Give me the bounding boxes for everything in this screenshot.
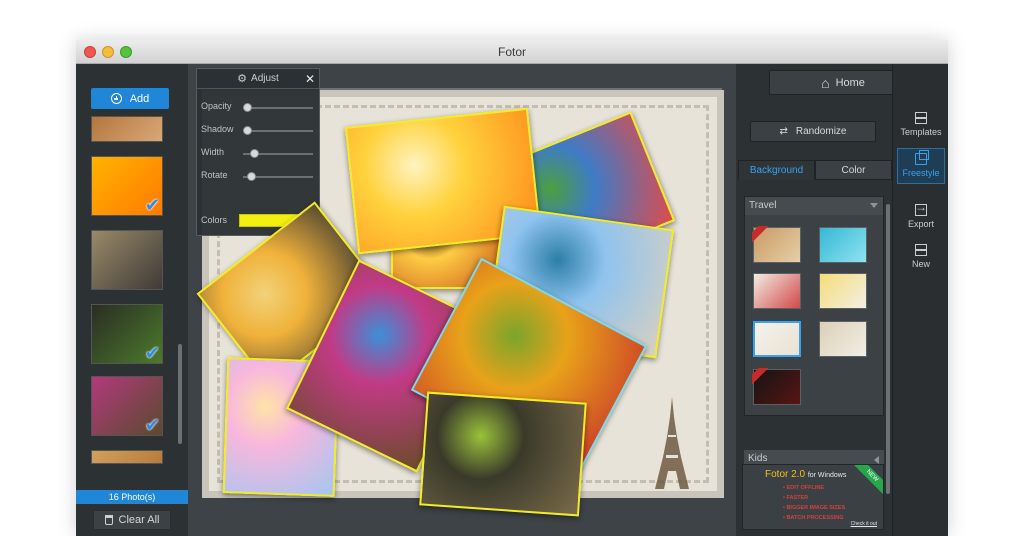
eiffel-tower-decoration [655,397,689,489]
canvas-area: + ↻ ⚙ Adjust ✕ OpacityShadowWidthRotate … [188,64,736,536]
width-slider[interactable] [243,149,313,158]
adjust-row-shadow: Shadow [201,124,317,138]
randomize-label: Randomize [795,126,847,137]
clear-all-label: Clear All [118,514,160,526]
chevron-down-icon [870,203,878,208]
promo-feature: • FASTER [783,495,809,501]
promo-feature: • EDIT OFFLINE [783,485,825,491]
photo-thumbnail[interactable] [91,230,163,290]
add-photos-button[interactable]: Add [91,88,169,109]
background-thumbnail[interactable] [753,273,801,309]
mode-toolbar: Templates Freestyle Export New [892,64,948,536]
home-label: Home [835,76,865,89]
new-ribbon-icon [752,226,768,242]
colors-label: Colors [201,215,228,225]
new-label: New [911,259,930,269]
promo-link[interactable]: Check it out [851,521,877,527]
title-bar: Fotor [76,40,948,64]
slider-handle[interactable] [243,103,252,112]
add-label: Add [129,92,150,105]
chevron-left-icon [874,456,879,464]
trash-icon [104,515,113,525]
photo-count: 16 Photo(s) [76,490,188,504]
options-panel: ⌂ Home ⇄ Randomize Background Color Trave… [736,64,917,536]
photo-motocross[interactable] [419,391,587,517]
tab-background[interactable]: Background [738,160,815,180]
promo-title: Fotor 2.0 for Windows [765,469,846,480]
slider-handle[interactable] [243,126,252,135]
background-thumbnail[interactable] [819,321,867,357]
photo-scrollbar[interactable] [178,344,182,444]
toolbar-templates[interactable]: Templates [897,108,945,144]
background-thumbnail[interactable] [752,226,801,263]
adjust-row-opacity: Opacity [201,101,317,115]
promo-feature: • BIGGER IMAGE SIZES [783,505,846,511]
photo-panel: Add ✔ ✔ ✔ 16 Photo(s) Clear All [76,64,188,536]
app-window: Fotor Add ✔✔✔ 16 Photo(s) Clear All + ↻ [76,40,948,536]
rotate-label: Rotate [201,170,228,180]
adjust-row-rotate: Rotate [201,170,317,184]
promo-banner[interactable]: Fotor 2.0 for Windows • EDIT OFFLINE • FA… [742,464,884,530]
shadow-slider[interactable] [243,126,313,135]
promo-subtitle: for Windows [807,472,847,479]
photo-thumbnail[interactable]: ✔ [91,156,163,216]
gear-icon: ⚙ [237,73,248,85]
promo-title-text: Fotor 2.0 [765,469,806,480]
photo-thumbnail[interactable]: ✔ [91,376,163,436]
width-label: Width [201,147,225,157]
toolbar-freestyle[interactable]: Freestyle [897,148,945,184]
new-ribbon-icon [752,368,768,384]
home-icon: ⌂ [821,74,830,91]
promo-feature: • BATCH PROCESSING [783,515,844,521]
ribbon [752,368,768,384]
checkmark-icon: ✔ [144,195,160,215]
photo-thumbnail[interactable] [91,450,163,464]
background-thumbnail[interactable] [752,368,801,405]
tab-bar: Background Color [738,160,892,180]
toolbar-new[interactable]: New [897,240,945,276]
section-travel[interactable]: Travel [745,197,883,215]
promo-feature-list: • EDIT OFFLINE • FASTER • BIGGER IMAGE SIZ… [783,483,845,523]
adjust-header: ⚙ Adjust ✕ [197,69,319,89]
background-thumbnail[interactable] [819,273,867,309]
clear-all-button[interactable]: Clear All [93,510,171,530]
background-thumbnail[interactable] [819,227,867,263]
adjust-title: Adjust [251,73,279,84]
background-scrollbar[interactable] [886,204,890,494]
toolbar-export[interactable]: Export [897,200,945,236]
checkmark-icon: ✔ [144,415,160,435]
section-travel-label: Travel [749,200,777,211]
background-thumbnail[interactable] [753,321,801,357]
background-list: Travel [744,196,884,416]
checkmark-icon: ✔ [144,343,160,363]
opacity-slider[interactable] [243,103,313,112]
slider-handle[interactable] [246,172,256,181]
new-icon [915,244,927,256]
slider-handle[interactable] [250,149,259,158]
close-icon[interactable]: ✕ [305,72,315,86]
shuffle-icon: ⇄ [779,126,788,137]
section-kids-label: Kids [748,453,768,464]
freestyle-icon [915,150,929,165]
window-title: Fotor [497,45,526,59]
promo-new-badge: NEW [852,465,883,496]
shadow-label: Shadow [201,124,234,134]
templates-label: Templates [900,127,942,137]
tab-color[interactable]: Color [815,160,892,180]
export-label: Export [907,219,934,229]
rotate-slider[interactable] [243,172,313,181]
photo-thumbnail[interactable]: ✔ [91,304,163,364]
ribbon [752,226,768,242]
templates-icon [915,112,927,124]
opacity-label: Opacity [201,101,232,111]
export-icon [915,200,927,216]
photo-thumbnail[interactable] [91,116,163,142]
adjust-row-width: Width [201,147,317,161]
add-icon [110,93,122,104]
freestyle-label: Freestyle [902,168,940,178]
randomize-button[interactable]: ⇄ Randomize [750,121,876,142]
